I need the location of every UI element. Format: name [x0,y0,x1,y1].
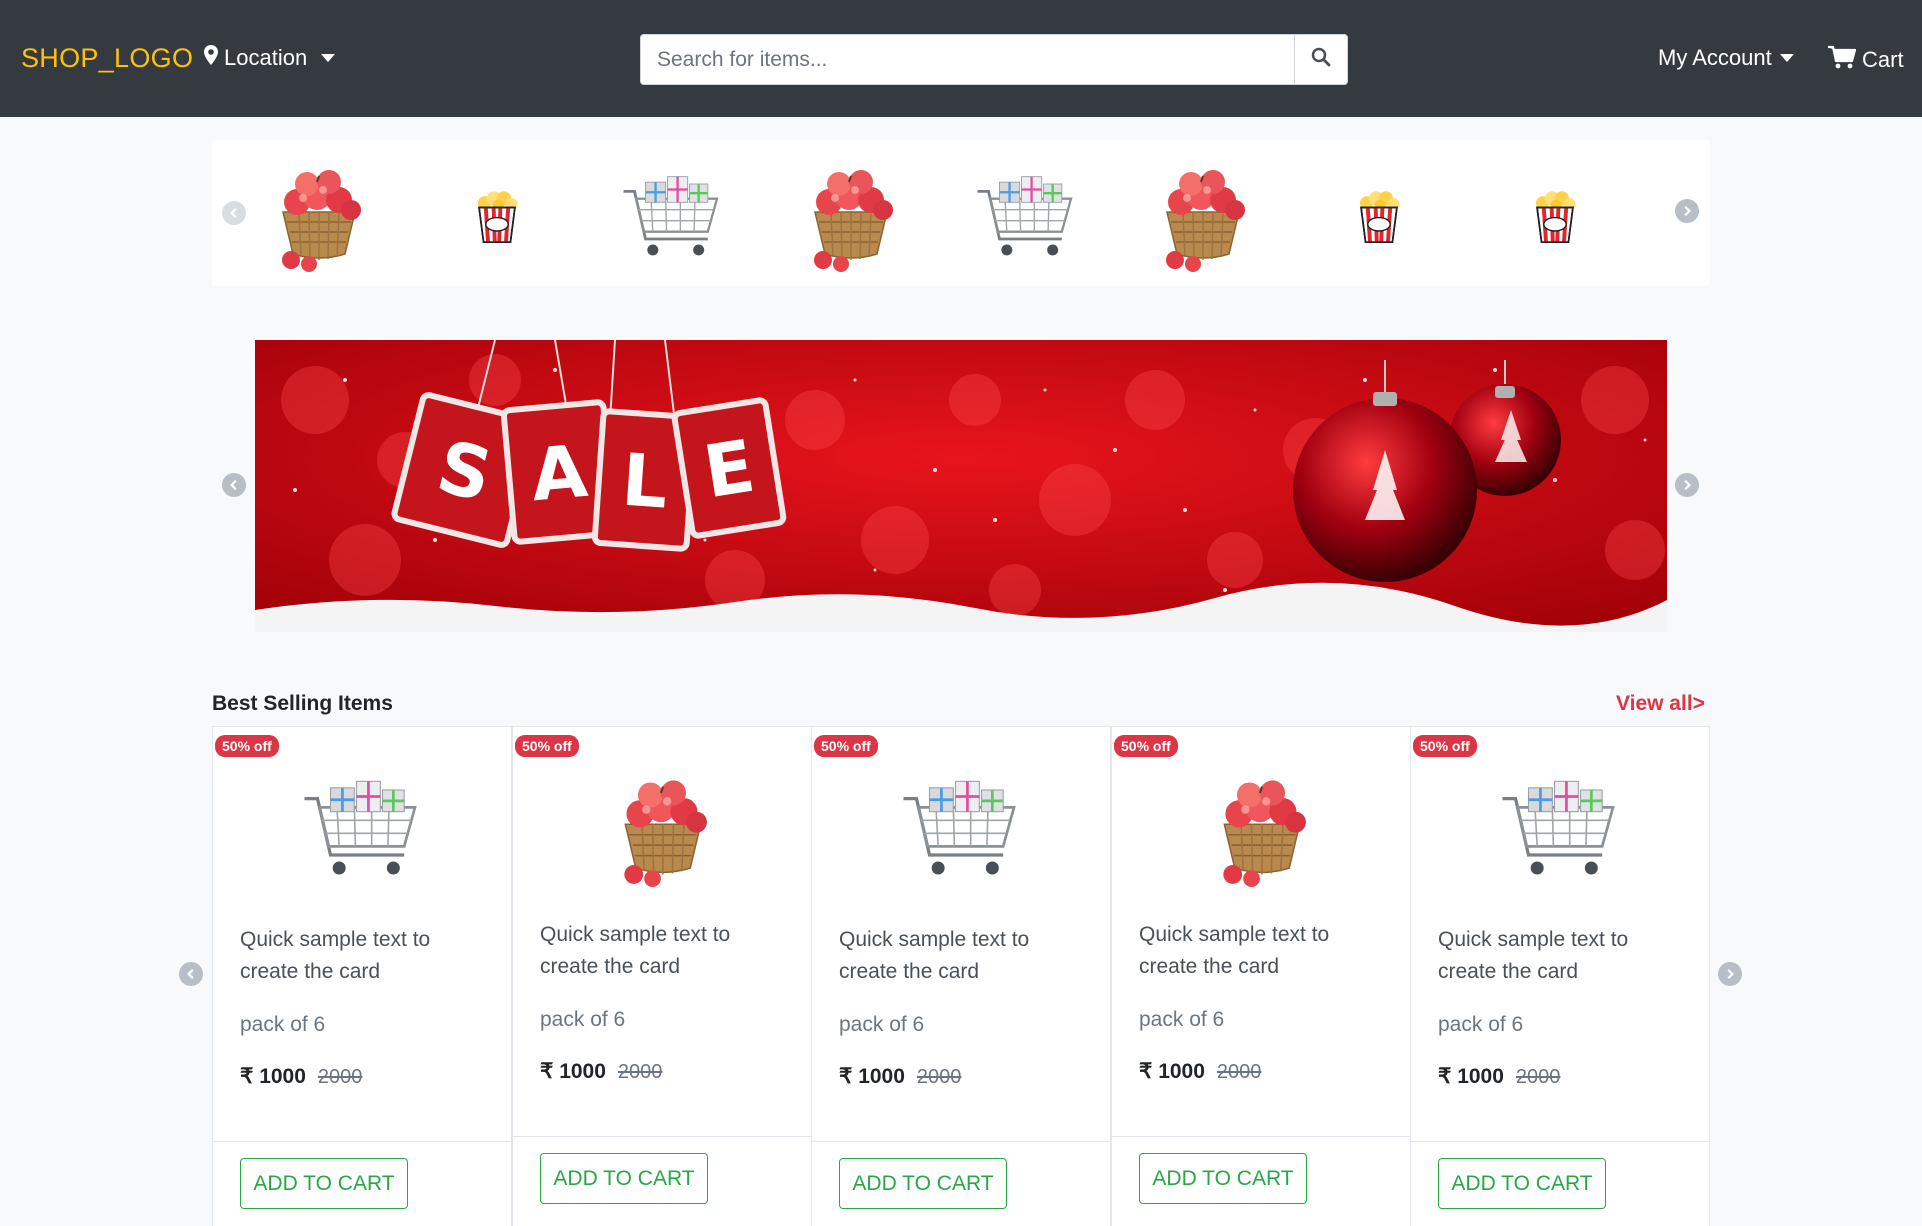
caret-down-icon [321,54,336,62]
product-title[interactable]: Quick sample text to create the card [1139,919,1389,983]
popcorn-icon [469,182,525,252]
product-title[interactable]: Quick sample text to create the card [839,924,1089,988]
search-input[interactable] [640,34,1294,85]
product-image[interactable] [288,769,438,889]
category-item[interactable] [264,162,374,272]
search-bar [640,34,1348,85]
product-pack: pack of 6 [839,1013,925,1036]
apple-basket-icon [796,162,906,272]
location-dropdown[interactable]: Location [204,45,336,71]
category-item[interactable] [618,162,728,272]
section-title: Best Selling Items [212,692,393,715]
category-carousel [212,140,1710,286]
original-price: 2000 [317,1066,363,1088]
product-price: ₹ 1000 2000 [839,1064,961,1089]
add-to-cart-button[interactable]: ADD TO CART [839,1158,1007,1209]
location-label: Location [224,45,308,70]
discount-badge: 50% off [814,735,878,757]
svg-text:A: A [528,429,591,518]
sale-banner[interactable]: S A L E [255,340,1667,632]
apple-basket-icon [1148,162,1258,272]
chevron-right-icon[interactable] [1718,962,1742,986]
cart-link[interactable]: Cart [1828,45,1904,75]
add-to-cart-button[interactable]: ADD TO CART [1139,1153,1307,1204]
discount-badge: 50% off [1114,735,1178,757]
original-price: 2000 [617,1061,663,1083]
map-marker-icon [204,45,218,71]
product-card[interactable]: 50% off Quick sample text to create the c… [212,726,512,1226]
product-pack: pack of 6 [1438,1013,1524,1036]
product-price: ₹ 1000 2000 [1139,1059,1261,1084]
add-to-cart-button[interactable]: ADD TO CART [540,1153,708,1204]
search-button[interactable] [1294,34,1348,85]
category-item[interactable] [442,162,552,272]
product-pack: pack of 6 [1139,1008,1225,1031]
chevron-right-icon[interactable] [1675,199,1699,223]
current-price: ₹ 1000 [240,1065,306,1088]
product-title[interactable]: Quick sample text to create the card [240,924,490,988]
my-account-label: My Account [1658,45,1772,70]
chevron-left-icon[interactable] [222,473,246,497]
discount-badge: 50% off [215,735,279,757]
search-icon [1311,47,1331,72]
gift-cart-icon [618,162,728,272]
product-card[interactable]: 50% off Quick sample text to create the c… [1410,726,1710,1226]
card-footer: ADD TO CART [812,1141,1110,1226]
original-price: 2000 [916,1066,962,1088]
current-price: ₹ 1000 [540,1060,606,1083]
caret-down-icon [1779,54,1794,62]
original-price: 2000 [1216,1061,1262,1083]
svg-text:L: L [619,437,671,524]
gift-cart-icon [972,162,1082,272]
apple-basket-icon [608,772,718,887]
product-pack: pack of 6 [540,1008,626,1031]
category-item[interactable] [1500,162,1610,272]
apple-basket-icon [1207,772,1317,887]
chevron-left-icon[interactable] [179,962,203,986]
category-item[interactable] [1148,162,1258,272]
product-image[interactable] [1187,769,1337,889]
card-footer: ADD TO CART [213,1141,511,1226]
current-price: ₹ 1000 [1139,1060,1205,1083]
product-title[interactable]: Quick sample text to create the card [1438,924,1688,988]
cart-label: Cart [1862,47,1904,72]
discount-badge: 50% off [1413,735,1477,757]
product-image[interactable] [588,769,738,889]
chevron-left-icon[interactable] [222,201,246,225]
apple-basket-icon [264,162,374,272]
shop-logo[interactable]: SHOP_LOGO [21,43,193,74]
view-all-link[interactable]: View all> [1616,692,1705,716]
gift-cart-icon [897,774,1027,884]
shopping-cart-icon [1828,45,1857,75]
category-item[interactable] [796,162,906,272]
product-title[interactable]: Quick sample text to create the card [540,919,790,983]
add-to-cart-button[interactable]: ADD TO CART [1438,1158,1606,1209]
category-item[interactable] [1324,162,1434,272]
popcorn-icon [1351,182,1407,252]
gift-cart-icon [298,774,428,884]
discount-badge: 50% off [515,735,579,757]
chevron-right-icon[interactable] [1675,473,1699,497]
product-price: ₹ 1000 2000 [240,1064,362,1089]
product-pack: pack of 6 [240,1013,326,1036]
gift-cart-icon [1496,774,1626,884]
product-price: ₹ 1000 2000 [1438,1064,1560,1089]
navbar: SHOP_LOGO Location My Account Cart [0,0,1922,117]
popcorn-icon [1527,182,1583,252]
card-footer: ADD TO CART [513,1136,811,1226]
product-image[interactable] [1486,769,1636,889]
my-account-dropdown[interactable]: My Account [1658,45,1794,71]
card-footer: ADD TO CART [1411,1141,1709,1226]
product-price: ₹ 1000 2000 [540,1059,662,1084]
current-price: ₹ 1000 [839,1065,905,1088]
category-item[interactable] [972,162,1082,272]
add-to-cart-button[interactable]: ADD TO CART [240,1158,408,1209]
current-price: ₹ 1000 [1438,1065,1504,1088]
product-image[interactable] [887,769,1037,889]
product-card[interactable]: 50% off Quick sample text to create the c… [512,726,812,1226]
card-footer: ADD TO CART [1112,1136,1410,1226]
original-price: 2000 [1515,1066,1561,1088]
product-card[interactable]: 50% off Quick sample text to create the c… [1111,726,1411,1226]
product-card[interactable]: 50% off Quick sample text to create the c… [811,726,1111,1226]
